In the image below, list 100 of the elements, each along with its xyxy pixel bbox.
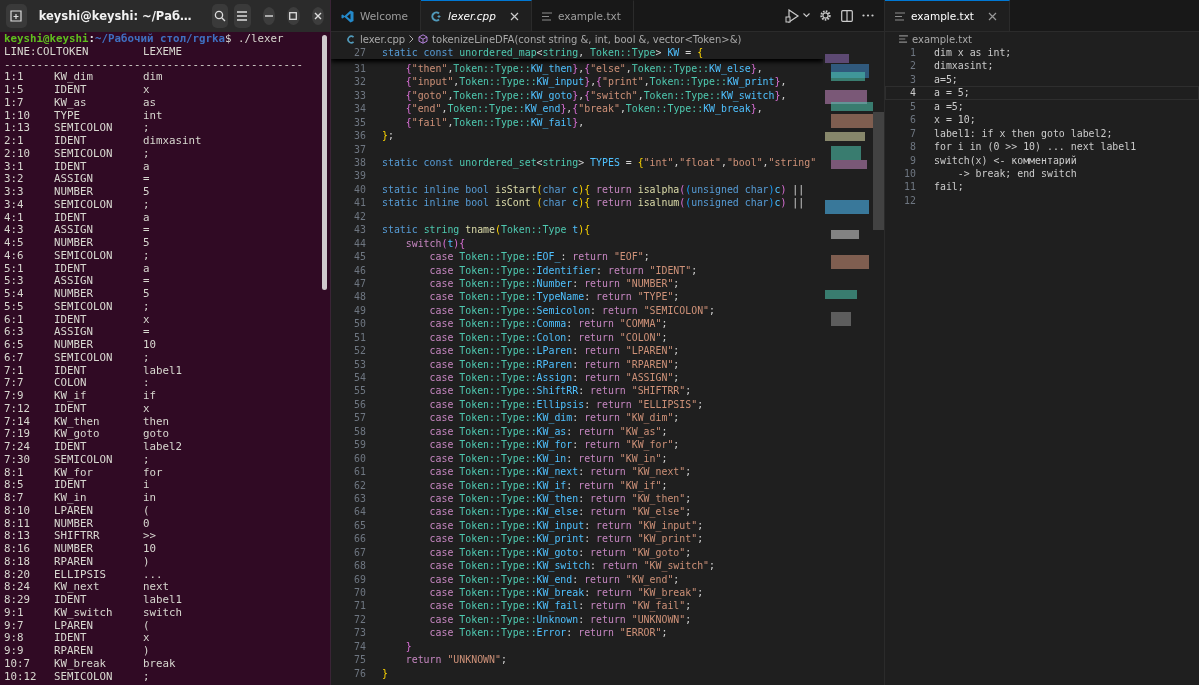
token-text: ASSIGN	[54, 173, 94, 186]
position-text: 3:3	[4, 186, 25, 199]
line-number: 11	[903, 180, 916, 194]
position-text: 8:11	[4, 517, 31, 531]
token-text: RPAREN	[54, 645, 94, 658]
close-icon[interactable]	[988, 11, 997, 21]
position-text: 4:5	[4, 237, 25, 250]
settings-icon[interactable]	[819, 9, 832, 22]
caret-icon[interactable]	[803, 13, 810, 18]
line-number: 27	[353, 46, 366, 60]
token-text: SEMICOLON	[54, 670, 114, 684]
close-icon[interactable]	[509, 11, 519, 21]
position-text: 8:24	[4, 581, 31, 594]
split-editor-icon[interactable]	[841, 9, 853, 22]
editor-tab[interactable]: example.txt	[885, 0, 1010, 31]
scrollbar-thumb[interactable]	[322, 35, 327, 290]
search-button[interactable]	[211, 4, 229, 28]
line-number: 59	[353, 438, 366, 452]
editor-tab[interactable]: lexer.cpp	[421, 0, 532, 31]
token-text: SEMICOLON	[54, 249, 114, 263]
token-text: IDENT	[54, 313, 88, 327]
line-number: 52	[353, 344, 366, 358]
run-icon[interactable]	[785, 8, 800, 23]
token-text: KW_as	[54, 96, 88, 110]
code-line: switch(t){	[404, 236, 466, 251]
line-number: 49	[353, 303, 366, 318]
lexeme-text: >>	[143, 530, 157, 543]
position-text: 6:5	[4, 339, 25, 352]
lexeme-text: ;	[143, 147, 151, 161]
position-text: 3:4	[4, 198, 25, 212]
code-line: case Token::Type::KW_print: return "KW_print";	[428, 532, 704, 546]
code-line: for i in (0 >> 10) ... next label1	[934, 140, 1137, 154]
minimize-button[interactable]	[262, 7, 276, 25]
position-text: 7:30	[4, 453, 31, 467]
line-number: 50	[353, 317, 366, 331]
more-icon[interactable]	[862, 14, 874, 17]
position-text: 6:3	[4, 326, 25, 339]
line-number: 73	[353, 626, 366, 640]
code-line: case Token::Type::Comma: return "COMMA";	[428, 317, 668, 331]
lexeme-text: 5	[143, 288, 151, 301]
line-number: 65	[353, 518, 366, 533]
position-text: 8:29	[4, 594, 31, 607]
token-text: IDENT	[54, 262, 88, 276]
chevron-icon	[409, 35, 415, 43]
position-text: 3:2	[4, 173, 25, 186]
lexeme-text: )	[143, 555, 151, 569]
code-line: case Token::Type::Ellipsis: return "ELLIPSIS";	[428, 397, 704, 412]
line-number: 57	[353, 411, 366, 425]
token-text: IDENT	[54, 479, 87, 492]
lexeme-text: goto	[143, 428, 170, 441]
code-line: case Token::Type::KW_else: return "KW_else";	[428, 505, 692, 519]
lexeme-text: int	[143, 109, 164, 123]
editor-tab[interactable]: example.txt	[531, 0, 634, 31]
scrollbar-thumb[interactable]	[873, 112, 884, 230]
breadcrumb-item[interactable]: example.txt	[912, 33, 972, 45]
line-number: 9	[909, 153, 916, 167]
position-text: 8:10	[4, 504, 31, 518]
token-text: IDENT	[54, 211, 88, 225]
token-text: NUMBER	[54, 517, 94, 531]
token-text: NUMBER	[54, 237, 94, 250]
line-number: 66	[353, 532, 366, 546]
token-text: ASSIGN	[54, 224, 94, 237]
lexeme-text: (	[143, 619, 151, 633]
prompt-path: ~/Рабочий стол/rgrka	[95, 32, 226, 45]
position-text: 4:6	[4, 249, 25, 263]
code-line: case Token::Type::KW_end: return "KW_end";	[428, 572, 680, 586]
breadcrumb-item[interactable]: lexer.cpp	[360, 33, 406, 45]
breadcrumb-item[interactable]: tokenizeLineDFA(const string &, int, bool &, vector<Token>&)	[432, 33, 742, 45]
token-text: IDENT	[54, 135, 88, 148]
cube-icon	[418, 34, 429, 44]
maximize-button[interactable]	[287, 7, 300, 25]
position-text: 1:13	[4, 122, 31, 135]
lexeme-text: x	[143, 632, 151, 645]
code-line: dim x as int;	[934, 46, 1012, 60]
menu-button[interactable]	[234, 4, 251, 28]
code-line: case Token::Type::KW_as: return "KW_as";	[428, 424, 668, 439]
lexeme-text: ...	[143, 568, 164, 582]
position-text: 8:13	[4, 530, 31, 543]
line-number: 60	[353, 451, 366, 466]
line-number: 71	[353, 599, 366, 613]
position-text: 7:1	[4, 364, 25, 378]
line-number: 70	[353, 586, 366, 600]
new-tab-button[interactable]	[6, 4, 27, 28]
lexeme-text: ;	[143, 351, 151, 365]
token-text: SEMICOLON	[54, 147, 114, 161]
menu-icon	[236, 11, 249, 21]
close-button[interactable]	[311, 7, 324, 25]
code-line: case Token::Type::ShiftRR: return "SHIFTRR";	[428, 384, 692, 398]
lexeme-text: (	[143, 504, 151, 518]
line-number: 46	[353, 263, 366, 277]
lexeme-text: dimxasint	[143, 135, 203, 148]
lexeme-text: label2	[143, 441, 183, 454]
lexeme-text: if	[143, 390, 157, 403]
lexeme-text: :	[143, 377, 151, 390]
token-text: NUMBER	[54, 186, 94, 199]
token-text: TYPE	[54, 109, 80, 123]
code-line: a =5;	[934, 99, 964, 114]
code-line: case Token::Type::Number: return "NUMBER";	[428, 276, 680, 291]
line-number: 42	[353, 209, 366, 224]
token-text: KW_break	[54, 657, 107, 671]
